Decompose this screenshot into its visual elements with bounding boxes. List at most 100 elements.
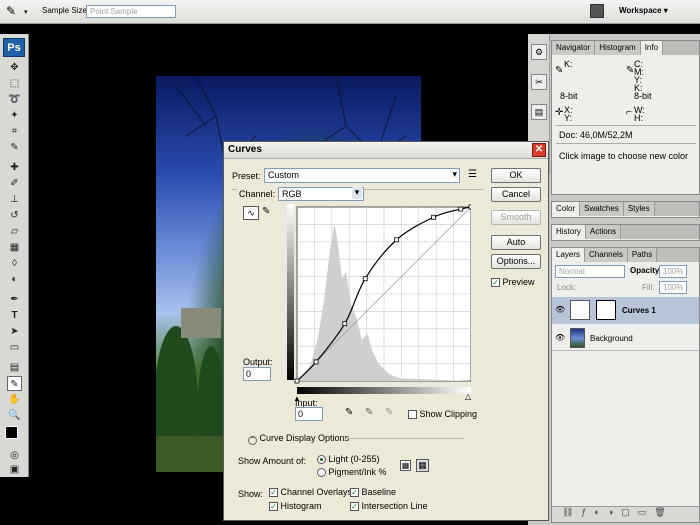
curve-point[interactable] xyxy=(342,321,348,327)
checkbox[interactable]: ✓ xyxy=(350,502,359,512)
chevron-up-icon[interactable]: ⌃ xyxy=(248,436,257,445)
brushes-panel-icon[interactable]: ⚙ xyxy=(531,44,547,60)
pen-tool-icon[interactable]: ✒ xyxy=(7,292,22,307)
curve-point[interactable] xyxy=(313,359,319,365)
channel-select[interactable]: RGB ▾ xyxy=(278,187,364,201)
curve-point[interactable] xyxy=(431,214,436,220)
cancel-button[interactable]: Cancel xyxy=(491,187,541,202)
display-options-toggle[interactable]: ⌃ Curve Display Options xyxy=(248,433,349,445)
dodge-tool-icon[interactable]: ◐ xyxy=(7,272,22,287)
chevron-down-icon[interactable]: ▾ xyxy=(24,8,28,16)
light-radio[interactable]: Light (0-255) xyxy=(317,454,380,465)
blur-tool-icon[interactable]: ◊ xyxy=(7,256,22,271)
tab-navigator[interactable]: Navigator xyxy=(552,41,596,55)
curve-graph[interactable] xyxy=(287,204,471,397)
checkbox[interactable]: ✓ xyxy=(269,488,278,498)
curve-point[interactable] xyxy=(468,204,471,210)
layer-row-background[interactable]: 👁 Background xyxy=(552,325,699,351)
eraser-tool-icon[interactable]: ▱ xyxy=(7,224,22,239)
radio[interactable] xyxy=(317,468,326,478)
radio[interactable] xyxy=(317,455,326,465)
workspace-menu[interactable]: Workspace ▾ xyxy=(619,6,668,15)
curve-point[interactable] xyxy=(458,206,464,212)
opacity-field[interactable]: 100% xyxy=(659,265,687,278)
tab-history[interactable]: History xyxy=(552,225,586,239)
tool-presets-icon[interactable]: ✂ xyxy=(531,74,547,90)
show-clipping-checkbox[interactable]: Show Clipping xyxy=(408,409,477,420)
detailed-grid-icon[interactable]: ▦ xyxy=(416,459,429,472)
input-field[interactable] xyxy=(295,407,323,421)
smooth-button[interactable]: Smooth xyxy=(491,210,541,225)
eyedropper-active-icon[interactable]: ✎ xyxy=(7,376,22,391)
layer-row-curves[interactable]: 👁 Curves 1 xyxy=(552,297,699,324)
preset-select[interactable]: Custom ▾ xyxy=(264,168,460,183)
lasso-tool-icon[interactable]: ➰ xyxy=(7,92,22,107)
layer-comps-icon[interactable]: ▤ xyxy=(531,104,547,120)
layer-name[interactable]: Background xyxy=(590,334,633,343)
eye-icon[interactable]: 👁 xyxy=(555,333,565,342)
tab-paths[interactable]: Paths xyxy=(627,248,658,262)
move-tool-icon[interactable]: ✥ xyxy=(7,60,22,75)
blend-mode-select[interactable]: Normal xyxy=(555,265,625,278)
checkbox[interactable]: ✓ xyxy=(491,278,500,288)
path-selection-tool-icon[interactable]: ➤ xyxy=(7,324,22,339)
tab-swatches[interactable]: Swatches xyxy=(580,202,624,216)
tab-histogram[interactable]: Histogram xyxy=(595,41,641,55)
gradient-tool-icon[interactable]: ▦ xyxy=(7,240,22,255)
tab-color[interactable]: Color xyxy=(552,202,581,216)
checkbox[interactable]: ✓ xyxy=(269,502,278,512)
checkbox[interactable]: ✓ xyxy=(350,488,359,498)
preview-checkbox[interactable]: ✓ Preview xyxy=(491,277,535,288)
auto-button[interactable]: Auto xyxy=(491,235,541,250)
close-icon[interactable]: ✕ xyxy=(532,143,546,157)
crop-tool-icon[interactable]: ⌗ xyxy=(7,124,22,139)
clone-stamp-tool-icon[interactable]: ⊥ xyxy=(7,192,22,207)
screen-mode-icon[interactable]: ▣ xyxy=(7,462,22,477)
checkbox[interactable] xyxy=(408,410,417,420)
notes-tool-icon[interactable]: ▤ xyxy=(7,360,22,375)
hand-tool-icon[interactable]: ✋ xyxy=(7,392,22,407)
preset-options-icon[interactable]: ☰ xyxy=(468,169,477,180)
magic-wand-tool-icon[interactable]: ✦ xyxy=(7,108,22,123)
simple-grid-icon[interactable]: ▦ xyxy=(400,460,411,471)
tab-info[interactable]: Info xyxy=(640,41,664,55)
white-eyedropper-icon[interactable]: ✎ xyxy=(385,407,393,418)
output-field[interactable] xyxy=(243,367,271,381)
tab-actions[interactable]: Actions xyxy=(585,225,622,239)
fill-field[interactable]: 100% xyxy=(659,281,687,294)
ok-button[interactable]: OK xyxy=(491,168,541,183)
pigment-radio[interactable]: Pigment/Ink % xyxy=(317,467,387,478)
layers-footer-icons[interactable]: ⛓ƒ◐◑▢▭🗑 xyxy=(552,506,699,522)
options-button[interactable]: Options... xyxy=(491,254,541,269)
healing-brush-tool-icon[interactable]: ✚ xyxy=(7,160,22,175)
curve-point-tool-icon[interactable]: ∿ xyxy=(243,206,259,220)
tab-channels[interactable]: Channels xyxy=(585,248,628,262)
zoom-tool-icon[interactable]: 🔍 xyxy=(7,408,22,423)
eyedropper-tool-icon[interactable]: ✎ xyxy=(7,140,22,155)
curve-point[interactable] xyxy=(394,237,400,243)
tab-styles[interactable]: Styles xyxy=(623,202,655,216)
sample-size-select[interactable]: Point Sample xyxy=(86,5,176,18)
black-eyedropper-icon[interactable]: ✎ xyxy=(345,407,353,418)
quick-mask-icon[interactable]: ◎ xyxy=(7,448,22,463)
eye-icon[interactable]: 👁 xyxy=(555,305,565,314)
pencil-icon[interactable]: ✎ xyxy=(262,206,270,217)
type-tool-icon[interactable]: T xyxy=(7,308,22,323)
gray-eyedropper-icon[interactable]: ✎ xyxy=(365,407,373,418)
baseline-checkbox[interactable]: ✓ Baseline xyxy=(350,487,396,498)
channel-overlays-checkbox[interactable]: ✓ Channel Overlays xyxy=(269,487,352,498)
curve-point[interactable] xyxy=(294,378,300,384)
tab-layers[interactable]: Layers xyxy=(552,248,586,262)
layer-name[interactable]: Curves 1 xyxy=(622,306,656,315)
shape-tool-icon[interactable]: ▭ xyxy=(7,340,22,355)
curve-point[interactable] xyxy=(362,276,368,282)
layer-mask-thumbnail[interactable] xyxy=(596,300,616,320)
history-brush-tool-icon[interactable]: ↺ xyxy=(7,208,22,223)
white-point-slider-icon[interactable]: △ xyxy=(465,392,471,401)
marquee-tool-icon[interactable]: ⬚ xyxy=(7,76,22,91)
intersection-line-checkbox[interactable]: ✓ Intersection Line xyxy=(350,501,428,512)
bridge-icon[interactable] xyxy=(590,4,604,18)
histogram-checkbox[interactable]: ✓ Histogram xyxy=(269,501,322,512)
foreground-color-swatch[interactable] xyxy=(5,426,18,439)
eyedropper-icon[interactable]: ✎ xyxy=(6,4,22,20)
